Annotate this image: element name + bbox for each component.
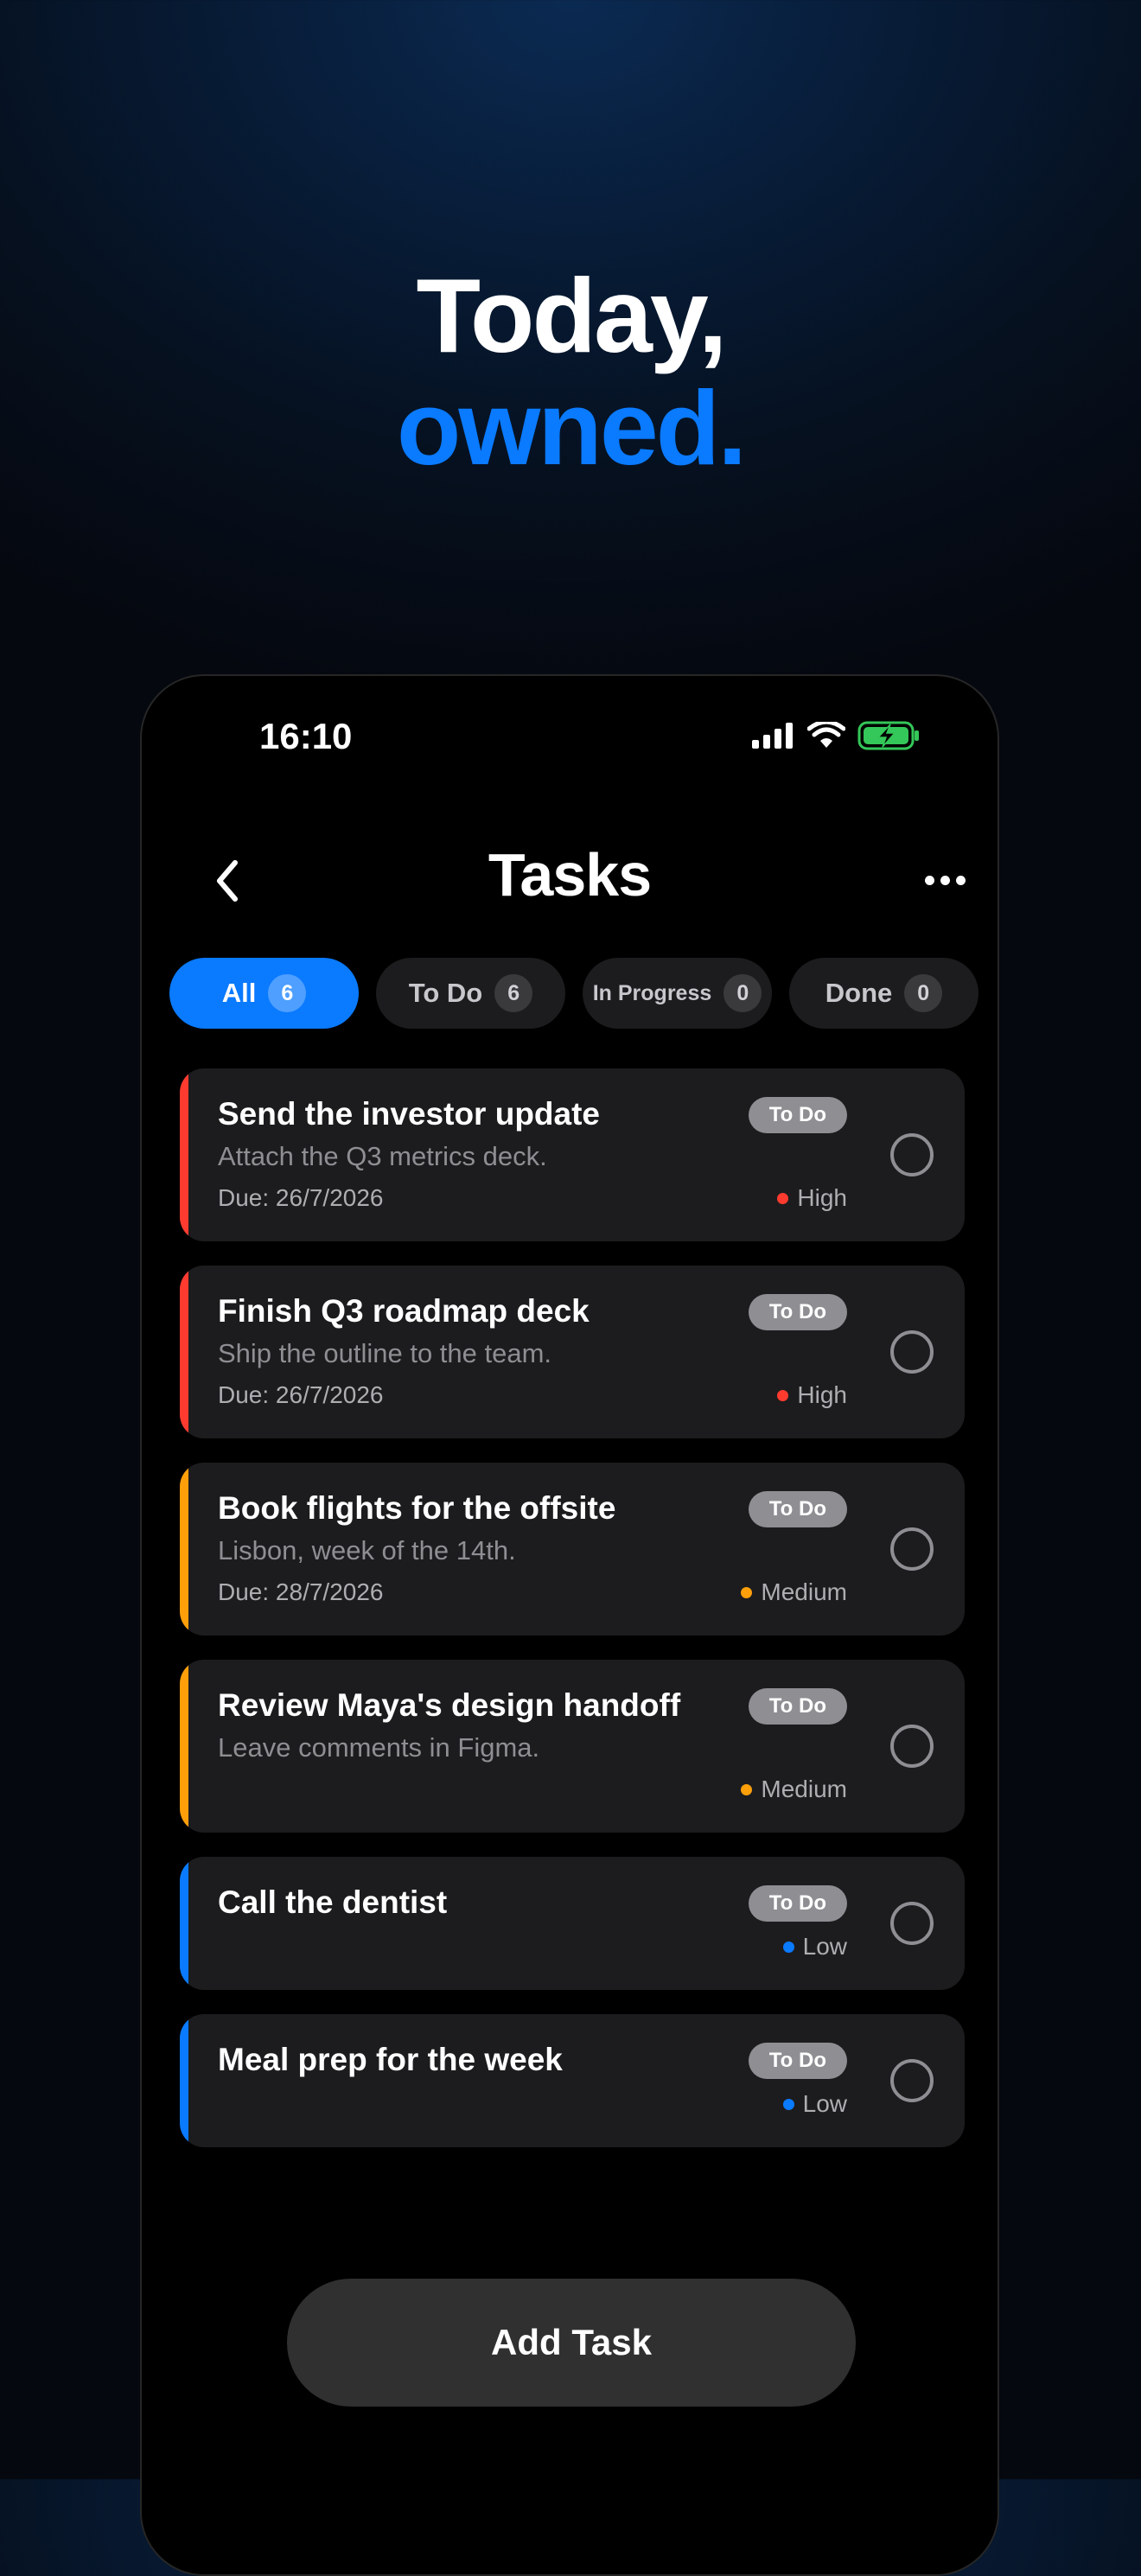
tab-all[interactable]: All 6 bbox=[169, 958, 359, 1029]
task-card[interactable]: Review Maya's design handoff Leave comme… bbox=[180, 1660, 965, 1833]
priority-text: Medium bbox=[761, 1578, 847, 1605]
tab-count-badge: 0 bbox=[904, 974, 943, 1012]
tab-label: To Do bbox=[408, 978, 483, 1008]
hero-title-line2: owned. bbox=[396, 369, 747, 487]
more-button[interactable] bbox=[915, 854, 975, 906]
task-title: Review Maya's design handoff bbox=[218, 1687, 681, 1723]
priority-label: Medium bbox=[741, 1578, 847, 1606]
task-title: Call the dentist bbox=[218, 1884, 448, 1920]
task-due-date: Due: 26/7/2026 bbox=[218, 1184, 384, 1211]
complete-checkbox[interactable] bbox=[890, 1902, 934, 1945]
priority-dot-icon bbox=[782, 2098, 794, 2110]
task-title: Meal prep for the week bbox=[218, 2042, 563, 2077]
priority-bar bbox=[180, 2014, 188, 2147]
add-task-button[interactable]: Add Task bbox=[287, 2279, 856, 2407]
task-card[interactable]: Send the investor update Attach the Q3 m… bbox=[180, 1068, 965, 1241]
task-title: Finish Q3 roadmap deck bbox=[218, 1293, 590, 1329]
tab-in-progress[interactable]: In Progress 0 bbox=[583, 958, 772, 1029]
complete-checkbox[interactable] bbox=[890, 1330, 934, 1374]
battery-charging-icon bbox=[857, 721, 919, 750]
task-list: Send the investor update Attach the Q3 m… bbox=[180, 1068, 965, 2171]
tab-label: All bbox=[221, 978, 257, 1008]
task-title: Send the investor update bbox=[218, 1096, 601, 1132]
wifi-icon bbox=[807, 722, 845, 748]
status-time: 16:10 bbox=[259, 716, 353, 756]
page-title: Tasks bbox=[488, 841, 652, 909]
priority-bar bbox=[180, 1660, 188, 1833]
priority-bar bbox=[180, 1068, 188, 1241]
complete-checkbox[interactable] bbox=[890, 2059, 934, 2102]
priority-dot-icon bbox=[782, 1941, 794, 1953]
filter-tabs: All 6 To Do 6 In Progress 0 Done 0 bbox=[169, 958, 978, 1029]
task-due-date: Due: 26/7/2026 bbox=[218, 1381, 384, 1408]
tab-to-do[interactable]: To Do 6 bbox=[376, 958, 565, 1029]
priority-bar bbox=[180, 1266, 188, 1438]
priority-text: High bbox=[797, 1381, 847, 1408]
task-card[interactable]: Book flights for the offsite Lisbon, wee… bbox=[180, 1463, 965, 1636]
priority-label: High bbox=[777, 1381, 847, 1409]
priority-bar bbox=[180, 1463, 188, 1636]
priority-text: Low bbox=[802, 1933, 847, 1960]
more-dot-icon bbox=[955, 875, 966, 885]
task-subtitle: Leave comments in Figma. bbox=[218, 1732, 540, 1763]
status-badge: To Do bbox=[748, 1097, 847, 1133]
priority-text: Medium bbox=[761, 1776, 847, 1802]
status-badge: To Do bbox=[748, 1885, 847, 1922]
tab-count-badge: 6 bbox=[268, 974, 307, 1012]
task-card[interactable]: Call the dentist To Do Low bbox=[180, 1857, 965, 1990]
priority-text: Low bbox=[802, 2090, 847, 2117]
more-dot-icon bbox=[940, 875, 950, 885]
hero-title-line1: Today, bbox=[416, 257, 727, 374]
more-dot-icon bbox=[924, 875, 934, 885]
task-due-date: Due: 28/7/2026 bbox=[218, 1578, 384, 1605]
status-badge: To Do bbox=[748, 1491, 847, 1527]
status-badge: To Do bbox=[748, 1294, 847, 1330]
complete-checkbox[interactable] bbox=[890, 1527, 934, 1571]
priority-bar bbox=[180, 1857, 188, 1990]
priority-label: Medium bbox=[741, 1776, 847, 1803]
task-card[interactable]: Meal prep for the week To Do Low bbox=[180, 2014, 965, 2147]
task-subtitle: Attach the Q3 metrics deck. bbox=[218, 1141, 547, 1171]
status-badge: To Do bbox=[748, 1688, 847, 1725]
status-badge: To Do bbox=[748, 2043, 847, 2079]
priority-dot-icon bbox=[777, 1192, 789, 1204]
priority-label: Low bbox=[782, 2090, 847, 2118]
priority-label: Low bbox=[782, 1933, 847, 1961]
signal-icon bbox=[752, 723, 793, 749]
task-subtitle: Ship the outline to the team. bbox=[218, 1338, 552, 1368]
priority-dot-icon bbox=[741, 1783, 753, 1795]
phone-frame: 16:10 Tasks All 6 To Do 6 In Progress 0 … bbox=[140, 674, 999, 2576]
nav-bar: Tasks bbox=[142, 832, 998, 927]
priority-label: High bbox=[777, 1184, 847, 1212]
tab-done[interactable]: Done 0 bbox=[789, 958, 978, 1029]
tab-label: In Progress bbox=[592, 980, 712, 1005]
tab-label: Done bbox=[825, 978, 893, 1008]
task-card[interactable]: Finish Q3 roadmap deck Ship the outline … bbox=[180, 1266, 965, 1438]
tab-count-badge: 0 bbox=[723, 974, 762, 1012]
status-icons bbox=[752, 721, 920, 750]
priority-dot-icon bbox=[741, 1586, 753, 1598]
priority-dot-icon bbox=[777, 1389, 789, 1401]
priority-text: High bbox=[797, 1184, 847, 1211]
task-title: Book flights for the offsite bbox=[218, 1490, 616, 1526]
complete-checkbox[interactable] bbox=[890, 1725, 934, 1768]
tab-count-badge: 6 bbox=[494, 974, 533, 1012]
complete-checkbox[interactable] bbox=[890, 1133, 934, 1176]
task-subtitle: Lisbon, week of the 14th. bbox=[218, 1535, 516, 1565]
